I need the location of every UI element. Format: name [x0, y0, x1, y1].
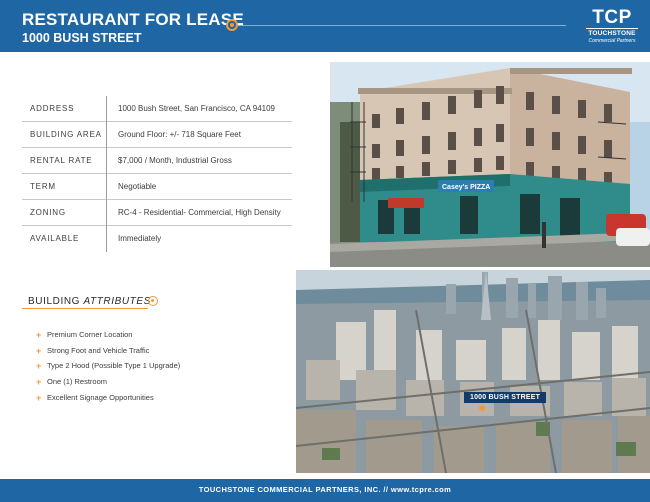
list-item: + Strong Foot and Vehicle Traffic — [36, 346, 180, 362]
list-item-text: One (1) Restroom — [47, 377, 108, 387]
property-label: ADDRESS — [30, 104, 75, 113]
aerial-illustration — [296, 270, 650, 473]
list-item-text: Type 2 Hood (Possible Type 1 Upgrade) — [47, 361, 181, 371]
list-item: + Excellent Signage Opportunities — [36, 393, 180, 409]
storefront-sign-text: Casey's PIZZA — [442, 184, 490, 191]
table-row: ZONING RC-4 - Residential- Commercial, H… — [22, 200, 292, 226]
page-subtitle: 1000 BUSH STREET — [22, 31, 142, 45]
table-row: ADDRESS 1000 Bush Street, San Francisco,… — [22, 96, 292, 122]
attributes-underline — [22, 308, 148, 309]
plus-bullet-icon: + — [36, 392, 42, 403]
property-value: Negotiable — [118, 182, 157, 191]
property-label: RENTAL RATE — [30, 156, 93, 165]
aerial-address-label: 1000 BUSH STREET — [464, 392, 547, 403]
property-value: 1000 Bush Street, San Francisco, CA 9410… — [118, 104, 275, 113]
attributes-heading-italic: ATTRIBUTES — [83, 296, 151, 307]
header-divider-line — [236, 25, 566, 26]
logo-initials: TCP — [592, 7, 632, 28]
property-value: RC-4 - Residential- Commercial, High Den… — [118, 208, 281, 217]
plus-bullet-icon: + — [36, 330, 42, 340]
attributes-heading: BUILDING ATTRIBUTES — [28, 296, 151, 307]
table-row: BUILDING AREA Ground Floor: +/- 718 Squa… — [22, 122, 292, 148]
property-label: TERM — [30, 182, 56, 191]
page-title: RESTAURANT FOR LEASE — [22, 10, 244, 29]
logo-tagline: Commercial Partners — [588, 38, 636, 44]
property-value: $7,000 / Month, Industrial Gross — [118, 156, 232, 165]
storefront-illustration: Casey's PIZZA — [330, 62, 650, 267]
header-bar: RESTAURANT FOR LEASE 1000 BUSH STREET TC… — [0, 0, 650, 52]
attributes-heading-plain: BUILDING — [28, 296, 81, 307]
attributes-list: + Premium Corner Location + Strong Foot an… — [36, 330, 180, 408]
table-row: AVAILABLE Immediately — [22, 226, 292, 252]
plus-bullet-icon: + — [36, 361, 42, 372]
property-value: Immediately — [118, 234, 162, 243]
location-pin-icon — [148, 296, 158, 306]
location-pin-icon — [226, 19, 238, 31]
table-column-divider — [106, 96, 107, 252]
storefront-photo: Casey's PIZZA — [330, 62, 650, 267]
property-label: ZONING — [30, 208, 66, 217]
footer-text: TOUCHSTONE COMMERCIAL PARTNERS, INC. // … — [198, 485, 452, 494]
property-label: BUILDING AREA — [30, 130, 102, 139]
list-item: + One (1) Restroom — [36, 377, 180, 393]
logo-name: TOUCHSTONE — [588, 30, 636, 37]
list-item-text: Premium Corner Location — [47, 330, 133, 339]
logo-divider — [586, 28, 638, 29]
table-row: TERM Negotiable — [22, 174, 292, 200]
aerial-city-photo — [296, 270, 650, 473]
list-item: + Type 2 Hood (Possible Type 1 Upgrade) — [36, 361, 180, 377]
table-row: RENTAL RATE $7,000 / Month, Industrial G… — [22, 148, 292, 174]
property-value: Ground Floor: +/- 718 Square Feet — [118, 130, 241, 139]
list-item: + Premium Corner Location — [36, 330, 180, 346]
property-details-table: ADDRESS 1000 Bush Street, San Francisco,… — [22, 96, 292, 252]
company-logo: TCP TOUCHSTONE Commercial Partners — [584, 8, 640, 46]
plus-bullet-icon: + — [36, 345, 42, 356]
list-item-text: Excellent Signage Opportunities — [47, 392, 154, 402]
plus-bullet-icon: + — [36, 377, 42, 388]
footer-bar: TOUCHSTONE COMMERCIAL PARTNERS, INC. // … — [0, 479, 650, 502]
list-item-text: Strong Foot and Vehicle Traffic — [47, 345, 150, 355]
property-label: AVAILABLE — [30, 234, 80, 243]
